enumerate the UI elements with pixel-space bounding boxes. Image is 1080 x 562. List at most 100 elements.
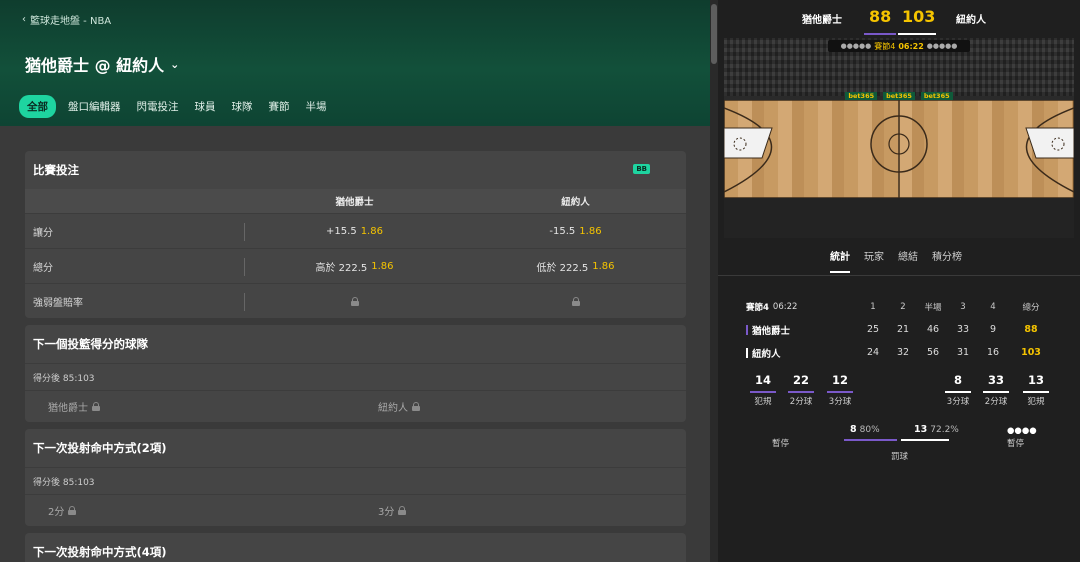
- option-locked: 3分: [355, 503, 685, 518]
- odds: 1.86: [579, 225, 602, 237]
- tab-teams[interactable]: 球隊: [224, 95, 261, 118]
- free-throw-label: 罰球: [891, 452, 909, 462]
- home-stat: 22 2分球: [783, 373, 819, 407]
- option-locked: 紐約人: [355, 399, 685, 414]
- row-label: 讓分: [33, 227, 53, 239]
- quarter-score-table: 賽節4 06:22 1 2 半場 3 4 總分 猶他爵士 25 21 46 33: [746, 295, 1056, 364]
- option-label: 2分: [48, 507, 65, 518]
- market-title[interactable]: 比賽投注 BB: [25, 151, 686, 189]
- tab-summary[interactable]: 總結: [898, 248, 918, 271]
- tab-standings[interactable]: 積分榜: [932, 248, 962, 271]
- breadcrumb[interactable]: ‹ 籃球走地盤 - NBA: [22, 12, 111, 27]
- total-cell: 103: [1021, 347, 1041, 358]
- home-stat: 12 3分球: [822, 373, 858, 407]
- line: -15.5: [549, 225, 576, 237]
- col-header: 2: [900, 301, 906, 312]
- away-score: 103: [902, 7, 936, 26]
- court-floor: [724, 99, 1074, 199]
- home-ft-made: 8: [850, 424, 857, 435]
- odds-button[interactable]: 低於 222.5 1.86: [465, 259, 686, 274]
- lock-icon: [412, 402, 420, 411]
- market-next-team: 下一個投籃得分的球隊 得分後 85:103 猶他爵士 紐約人: [25, 325, 686, 422]
- market-title[interactable]: 下一個投籃得分的球隊: [25, 325, 686, 363]
- tab-players[interactable]: 玩家: [864, 248, 884, 271]
- chevron-left-icon[interactable]: ‹: [22, 14, 26, 25]
- col-header: 1: [870, 301, 876, 312]
- stat-label: 犯規: [754, 397, 772, 407]
- market-title-text: 比賽投注: [33, 163, 79, 177]
- total-cell: 88: [1024, 324, 1038, 335]
- team-color-mark: [746, 324, 748, 335]
- score-cell: 9: [989, 324, 997, 335]
- row-label: 總分: [33, 262, 53, 274]
- markets-pane: ‹ 籃球走地盤 - NBA 猶他爵士 @ 紐約人 ⌄ 全部 盤口編輯器 閃電投注…: [0, 0, 710, 562]
- away-timeout-dots: ●●●●: [1007, 426, 1037, 436]
- tab-half[interactable]: 半場: [298, 95, 335, 118]
- col-header: 4: [990, 301, 996, 312]
- tab-bet-builder[interactable]: 盤口編輯器: [60, 95, 129, 118]
- home-ft-pct: 80%: [859, 425, 880, 435]
- away-ft-pct: 72.2%: [930, 425, 959, 435]
- option-locked: 2分: [25, 503, 355, 518]
- team-color-mark: [746, 347, 748, 358]
- away-stat: 8 3分球: [940, 373, 976, 407]
- away-timeouts-label: 暫停: [1007, 439, 1025, 449]
- home-score: 88: [869, 7, 892, 26]
- tab-stats[interactable]: 統計: [830, 248, 850, 273]
- scrollbar[interactable]: [710, 0, 718, 562]
- ad-board: bet365: [883, 92, 915, 100]
- table-row: 紐約人 24 32 56 31 16 103: [746, 341, 1056, 364]
- away-ft-bar: [901, 439, 949, 441]
- ad-boards: bet365 bet365 bet365: [724, 92, 1074, 100]
- stat-value: 8: [953, 373, 962, 387]
- tab-lightning[interactable]: 閃電投注: [129, 95, 187, 118]
- home-ft-bar: [844, 439, 897, 441]
- column-home: 猶他爵士: [335, 197, 374, 208]
- home-color-bar: [864, 33, 896, 35]
- scrollbar-thumb[interactable]: [711, 4, 717, 64]
- app-root: ‹ 籃球走地盤 - NBA 猶他爵士 @ 紐約人 ⌄ 全部 盤口編輯器 閃電投注…: [0, 0, 1080, 562]
- tab-players[interactable]: 球員: [187, 95, 224, 118]
- odds-button[interactable]: +15.5 1.86: [244, 226, 465, 237]
- table-header: 賽節4 06:22 1 2 半場 3 4 總分: [746, 295, 1056, 318]
- chevron-down-icon[interactable]: ⌄: [170, 58, 179, 71]
- odds-button-locked: [244, 296, 465, 306]
- away-stat: 13 犯規: [1018, 373, 1054, 407]
- table-row: 總分 高於 222.5 1.86 低於 222.5 1.86: [25, 248, 686, 283]
- tab-quarters[interactable]: 賽節: [261, 95, 298, 118]
- match-title[interactable]: 猶他爵士 @ 紐約人 ⌄: [25, 52, 179, 76]
- column-header-row: 猶他爵士 紐約人: [25, 189, 686, 213]
- score-cell: 32: [896, 347, 910, 358]
- market-note: 得分後 85:103: [25, 363, 686, 390]
- away-stat: 33 2分球: [978, 373, 1014, 407]
- stat-bar: [827, 391, 853, 393]
- stat-bar: [983, 391, 1009, 393]
- market-game-bet: 比賽投注 BB 猶他爵士 紐約人 讓分 +15.5 1.86 -15.5 1.8…: [25, 151, 686, 318]
- stat-bar: [945, 391, 971, 393]
- score-cell: 21: [896, 324, 910, 335]
- stat-bar: [788, 391, 814, 393]
- column-away: 紐約人: [561, 197, 590, 208]
- option-row: 猶他爵士 紐約人: [25, 390, 686, 422]
- col-header: 3: [960, 301, 966, 312]
- stat-value: 13: [1027, 373, 1044, 387]
- stat-value: 22: [792, 373, 809, 387]
- period-label: 賽節4: [746, 302, 769, 313]
- stat-label: 3分球: [828, 397, 852, 407]
- odds-button[interactable]: 高於 222.5 1.86: [244, 259, 465, 274]
- breadcrumb-label[interactable]: 籃球走地盤 - NBA: [30, 12, 111, 27]
- market-title[interactable]: 下一次投射命中方式(2項): [25, 429, 686, 467]
- market-title[interactable]: 下一次投射命中方式(4項): [25, 533, 686, 562]
- table-row: 強弱盤賠率: [25, 283, 686, 318]
- odds-button[interactable]: -15.5 1.86: [465, 226, 686, 237]
- match-title-text: 猶他爵士 @ 紐約人: [25, 56, 165, 75]
- option-locked: 猶他爵士: [25, 399, 355, 414]
- lock-icon: [68, 506, 77, 515]
- score-cell: 56: [926, 347, 940, 358]
- team-name: 紐約人: [752, 348, 781, 360]
- period-label: 賽節4: [874, 41, 896, 51]
- score-cell: 31: [956, 347, 970, 358]
- tab-all[interactable]: 全部: [19, 95, 56, 118]
- away-ft-made: 13: [914, 424, 928, 435]
- score-cell: 16: [986, 347, 1000, 358]
